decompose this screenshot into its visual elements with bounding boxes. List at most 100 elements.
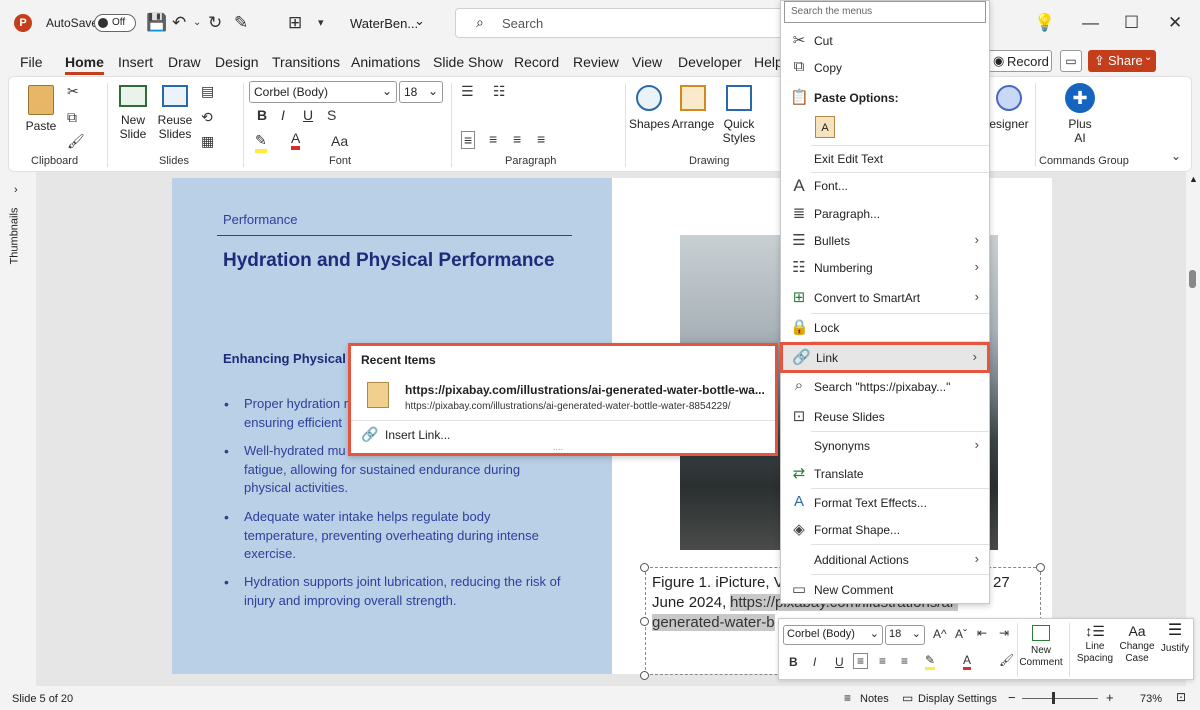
increase-indent-icon[interactable]: ⇥ <box>999 626 1009 640</box>
menu-item-exit-edit[interactable]: Exit Edit Text <box>781 145 989 173</box>
mini-justify-button[interactable]: ☰ Justify <box>1157 623 1193 655</box>
menu-item-text-effects[interactable]: A Format Text Effects... <box>781 489 989 517</box>
quick-styles-button[interactable]: Quick Styles <box>717 85 761 145</box>
menu-item-reuse-slides[interactable]: ⊡ Reuse Slides <box>781 403 989 431</box>
zoom-in-icon[interactable]: + <box>1106 690 1114 705</box>
zoom-level[interactable]: 73% <box>1140 693 1162 705</box>
italic-button[interactable]: I <box>281 107 285 123</box>
mini-bold-button[interactable]: B <box>789 655 798 669</box>
change-case-icon[interactable]: Aa <box>331 133 348 149</box>
resize-grip[interactable]: .... <box>553 442 563 452</box>
tab-insert[interactable]: Insert <box>118 54 153 70</box>
mini-change-case-button[interactable]: Aa Change Case <box>1117 624 1157 665</box>
lightbulb-icon[interactable]: 💡 <box>1034 12 1055 34</box>
copy-icon[interactable]: ⧉ <box>67 109 77 126</box>
expand-thumbnails-icon[interactable]: › <box>14 184 18 196</box>
menu-item-smartart[interactable]: ⊞ Convert to SmartArt › <box>781 284 989 312</box>
tab-view[interactable]: View <box>632 54 662 70</box>
decrease-indent-icon[interactable]: ⇤ <box>977 626 987 640</box>
numbering-icon[interactable]: ☷ <box>493 83 506 100</box>
font-size-select[interactable]: 18 ⌄ <box>399 81 443 103</box>
menu-item-bullets[interactable]: ☰ Bullets › <box>781 227 989 255</box>
mini-align-right-icon[interactable]: ≡ <box>901 654 908 668</box>
tab-design[interactable]: Design <box>215 54 259 70</box>
tab-record[interactable]: Record <box>514 54 559 70</box>
highlight-icon[interactable]: ✎ <box>255 132 267 153</box>
menu-item-lock[interactable]: 🔒 Lock <box>781 314 989 342</box>
save-icon[interactable]: 💾 <box>146 12 167 34</box>
collapse-ribbon-icon[interactable]: ⌄ <box>1171 149 1181 163</box>
arrange-button[interactable]: Arrange <box>671 85 715 131</box>
minimize-icon[interactable]: — <box>1082 12 1099 34</box>
tab-developer[interactable]: Developer <box>678 54 742 70</box>
align-right-icon[interactable]: ≡ <box>513 131 521 147</box>
tab-home[interactable]: Home <box>65 54 104 75</box>
menu-item-cut[interactable]: ✂ Cut <box>781 27 989 55</box>
present-icon[interactable]: ⊞ <box>288 12 302 34</box>
tab-help[interactable]: Help <box>754 54 783 70</box>
resize-handle[interactable] <box>1036 563 1045 572</box>
display-settings-icon[interactable]: ▭ <box>902 691 913 705</box>
grow-font-icon[interactable]: A^ <box>933 627 947 641</box>
menu-item-translate[interactable]: ⇄ Translate <box>781 460 989 488</box>
mini-align-left-icon[interactable]: ≡ <box>853 653 869 669</box>
redo-icon[interactable]: ↻ <box>208 12 222 34</box>
tab-animations[interactable]: Animations <box>351 54 420 70</box>
menu-item-link[interactable]: 🔗 Link › <box>780 342 990 373</box>
menu-item-search[interactable]: ⌕ Search "https://pixabay..." <box>781 373 989 401</box>
format-painter-icon[interactable]: 🖌 <box>67 133 85 150</box>
menu-item-synonyms[interactable]: Synonyms › <box>781 432 989 460</box>
font-color-icon[interactable]: A <box>291 130 301 150</box>
share-button[interactable]: ⇪ Share ⌄ <box>1088 50 1156 72</box>
menu-item-new-comment[interactable]: ▭ New Comment <box>781 576 989 604</box>
paste-button[interactable]: Paste <box>23 85 59 133</box>
undo-icon[interactable]: ↶ <box>172 12 186 34</box>
close-icon[interactable]: ✕ <box>1168 12 1182 34</box>
display-settings-button[interactable]: Display Settings <box>918 693 997 705</box>
tab-file[interactable]: File <box>20 54 43 70</box>
comments-button[interactable]: ▭ <box>1060 50 1082 72</box>
menu-search-input[interactable]: Search the menus <box>784 1 986 23</box>
new-slide-button[interactable]: New Slide <box>113 85 153 141</box>
scroll-thumb[interactable] <box>1189 270 1196 288</box>
align-center-icon[interactable]: ≡ <box>489 131 497 147</box>
resize-handle[interactable] <box>640 563 649 572</box>
mini-font-name-select[interactable]: Corbel (Body) ⌄ <box>783 625 883 645</box>
font-name-select[interactable]: Corbel (Body) ⌄ <box>249 81 397 103</box>
paste-keep-text-icon[interactable]: A <box>815 116 835 138</box>
mini-font-size-select[interactable]: 18 ⌄ <box>885 625 925 645</box>
strikethrough-button[interactable]: S <box>327 107 336 123</box>
mini-line-spacing-button[interactable]: ↕☰ Line Spacing <box>1073 624 1117 665</box>
slide-title[interactable]: Hydration and Physical Performance <box>223 250 555 272</box>
shapes-button[interactable]: Shapes <box>629 85 670 131</box>
mini-format-painter-icon[interactable]: 🖌 <box>999 653 1014 667</box>
menu-item-format-shape[interactable]: ◈ Format Shape... <box>781 516 989 544</box>
zoom-out-icon[interactable]: − <box>1008 690 1016 705</box>
zoom-slider-thumb[interactable] <box>1052 692 1055 704</box>
autosave-toggle[interactable]: Off <box>94 14 136 32</box>
bullet-3[interactable]: Adequate water intake helps regulate bod… <box>244 508 574 564</box>
shrink-font-icon[interactable]: Aˇ <box>955 627 967 641</box>
reset-icon[interactable]: ⟲ <box>201 109 213 126</box>
notes-button[interactable]: Notes <box>860 693 889 705</box>
chevron-down-icon[interactable]: ⌄ <box>414 13 425 29</box>
file-name[interactable]: WaterBen... <box>350 16 418 31</box>
justify-icon[interactable]: ≡ <box>537 131 545 147</box>
maximize-icon[interactable]: ☐ <box>1124 12 1139 34</box>
bullet-4[interactable]: Hydration supports joint lubrication, re… <box>244 573 574 610</box>
tab-slide-show[interactable]: Slide Show <box>433 54 503 70</box>
menu-item-paragraph[interactable]: ≣ Paragraph... <box>781 200 989 228</box>
mini-italic-button[interactable]: I <box>813 655 816 669</box>
resize-handle[interactable] <box>640 671 649 680</box>
tab-transitions[interactable]: Transitions <box>272 54 340 70</box>
customize-qat-icon[interactable]: ▾ <box>318 12 324 34</box>
slide-subheading[interactable]: Enhancing Physical <box>223 351 346 366</box>
align-left-icon[interactable]: ≡ <box>461 131 476 149</box>
record-button[interactable]: ◉ Record <box>988 50 1052 72</box>
recent-link-item[interactable]: https://pixabay.com/illustrations/ai-gen… <box>355 376 773 416</box>
menu-item-additional-actions[interactable]: Additional Actions › <box>781 546 989 574</box>
mini-underline-button[interactable]: U <box>835 655 844 669</box>
layout-icon[interactable]: ▤ <box>201 83 214 100</box>
resize-handle[interactable] <box>640 617 649 626</box>
plus-ai-button[interactable]: ✚ Plus AI <box>1057 83 1103 145</box>
